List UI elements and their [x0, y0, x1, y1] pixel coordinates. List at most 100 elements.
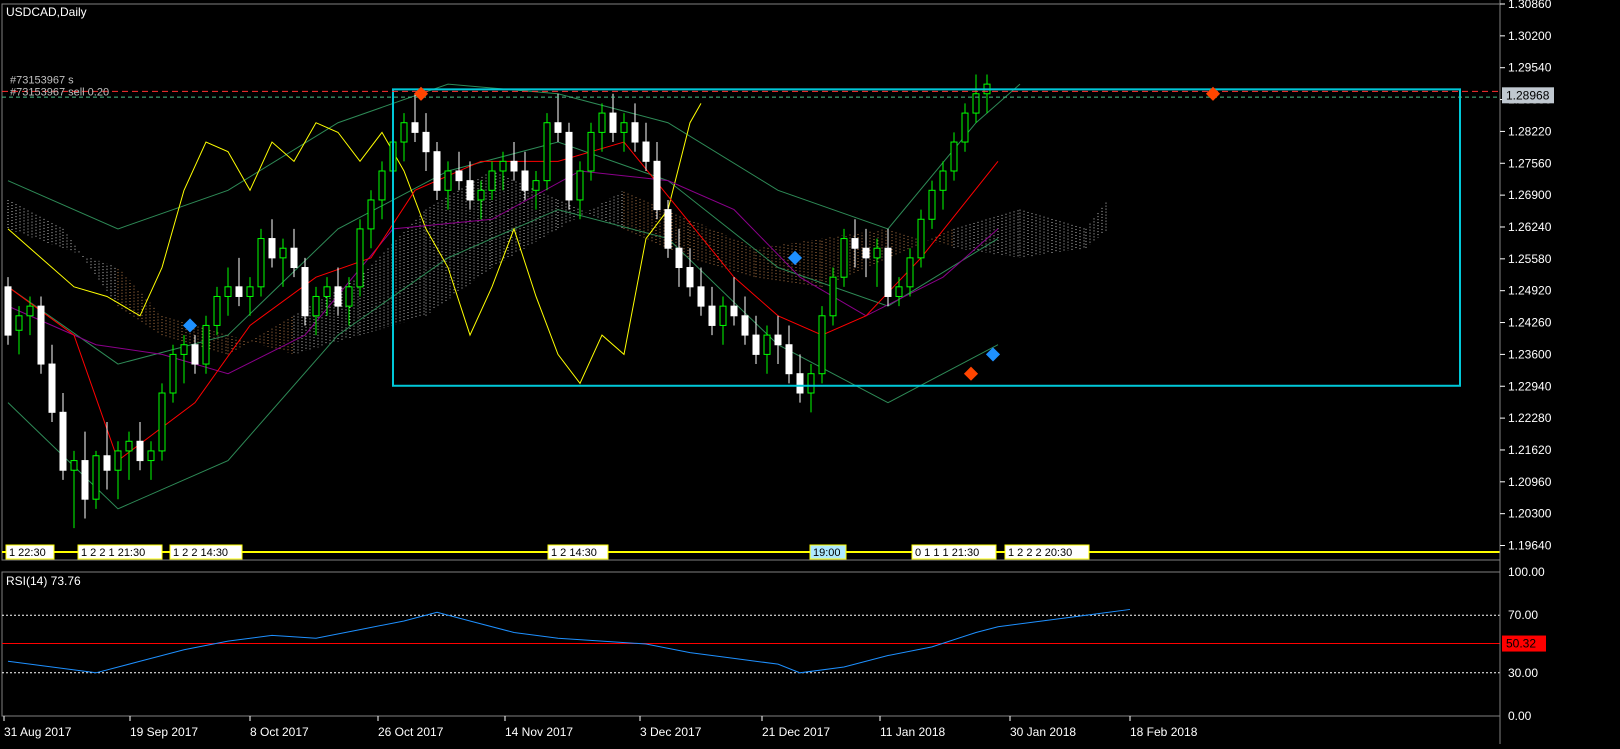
- candle-body[interactable]: [719, 305, 727, 326]
- candle-body[interactable]: [763, 334, 771, 355]
- candle-body[interactable]: [598, 112, 606, 133]
- price-tick-label: 1.30860: [1508, 0, 1552, 11]
- candle-body[interactable]: [664, 209, 672, 249]
- chart-window[interactable]: 1 22:30 1 2 2 1 21:30 1 2 2 14:30 1 2 14:30…: [0, 0, 1620, 744]
- candle-body[interactable]: [521, 170, 529, 191]
- candle-body[interactable]: [928, 189, 936, 220]
- candle-body[interactable]: [840, 238, 848, 278]
- candle-body[interactable]: [950, 141, 958, 172]
- candle-body[interactable]: [829, 276, 837, 317]
- candle-body[interactable]: [862, 247, 870, 259]
- candle-body[interactable]: [785, 344, 793, 375]
- candle-body[interactable]: [81, 460, 89, 500]
- candle-body[interactable]: [356, 228, 364, 288]
- candle-body[interactable]: [752, 334, 760, 355]
- candle-body[interactable]: [895, 286, 903, 297]
- candle-body[interactable]: [906, 257, 914, 288]
- price-tick-label: 1.29540: [1508, 61, 1552, 75]
- candle-body[interactable]: [708, 305, 716, 326]
- candle-body[interactable]: [477, 189, 485, 201]
- candle-body[interactable]: [697, 286, 705, 307]
- candle-body[interactable]: [279, 247, 287, 259]
- event-label: 1 22:30: [9, 547, 46, 559]
- candle-body[interactable]: [312, 295, 320, 317]
- candle-body[interactable]: [741, 315, 749, 336]
- candle-body[interactable]: [345, 286, 353, 307]
- candle-body[interactable]: [147, 450, 155, 462]
- candle-body[interactable]: [180, 344, 188, 355]
- candle-body[interactable]: [334, 286, 342, 307]
- candle-body[interactable]: [554, 122, 562, 133]
- price-tick-label: 1.30200: [1508, 29, 1552, 43]
- time-tick-label: 30 Jan 2018: [1010, 725, 1076, 739]
- price-tick-label: 1.20960: [1508, 475, 1552, 489]
- candle-body[interactable]: [455, 170, 463, 182]
- candle-body[interactable]: [774, 334, 782, 346]
- candle-body[interactable]: [499, 160, 507, 172]
- candle-body[interactable]: [796, 373, 804, 394]
- candle-body[interactable]: [576, 170, 584, 201]
- candle-body[interactable]: [587, 131, 595, 172]
- candle-body[interactable]: [400, 122, 408, 143]
- candle-body[interactable]: [510, 160, 518, 172]
- candle-body[interactable]: [543, 122, 551, 182]
- candle-body[interactable]: [653, 160, 661, 211]
- candle-body[interactable]: [257, 238, 265, 288]
- candle-body[interactable]: [70, 460, 78, 471]
- candle-body[interactable]: [213, 295, 221, 326]
- candle-body[interactable]: [103, 455, 111, 471]
- candle-body[interactable]: [59, 411, 67, 471]
- candle-body[interactable]: [433, 151, 441, 191]
- candle-body[interactable]: [411, 122, 419, 133]
- candle-body[interactable]: [224, 286, 232, 297]
- candle-body[interactable]: [466, 180, 474, 201]
- candle-body[interactable]: [642, 141, 650, 162]
- candle-body[interactable]: [92, 455, 100, 500]
- candle-body[interactable]: [873, 247, 881, 259]
- candle-body[interactable]: [444, 170, 452, 191]
- candle-body[interactable]: [851, 238, 859, 249]
- chart-background: [0, 0, 1620, 744]
- candle-body[interactable]: [917, 218, 925, 259]
- candle-body[interactable]: [48, 363, 56, 413]
- candle-body[interactable]: [422, 131, 430, 153]
- candle-body[interactable]: [884, 247, 892, 297]
- candle-body[interactable]: [631, 122, 639, 143]
- candle-body[interactable]: [125, 440, 133, 452]
- candle-body[interactable]: [609, 112, 617, 133]
- candle-body[interactable]: [202, 324, 210, 365]
- candle-body[interactable]: [620, 122, 628, 133]
- candle-body[interactable]: [565, 131, 573, 201]
- candle-body[interactable]: [136, 440, 144, 462]
- candle-body[interactable]: [37, 305, 45, 365]
- chart-canvas[interactable]: 1 22:30 1 2 2 1 21:30 1 2 2 14:30 1 2 14:30…: [0, 0, 1620, 744]
- candle-body[interactable]: [367, 199, 375, 230]
- candle-body[interactable]: [235, 286, 243, 297]
- candle-body[interactable]: [532, 180, 540, 191]
- candle-body[interactable]: [323, 286, 331, 297]
- candle-body[interactable]: [686, 267, 694, 288]
- candle-body[interactable]: [246, 286, 254, 297]
- candle-body[interactable]: [807, 373, 815, 394]
- candle-body[interactable]: [818, 315, 826, 375]
- candle-body[interactable]: [114, 450, 122, 471]
- candle-body[interactable]: [939, 170, 947, 191]
- rsi-tick-label: 30.00: [1508, 666, 1538, 680]
- candle-body[interactable]: [4, 286, 12, 336]
- candle-body[interactable]: [169, 353, 177, 394]
- candle-body[interactable]: [961, 112, 969, 143]
- candle-body[interactable]: [290, 247, 298, 269]
- candle-body[interactable]: [26, 305, 34, 317]
- candle-body[interactable]: [488, 170, 496, 191]
- candle-body[interactable]: [675, 247, 683, 269]
- candle-body[interactable]: [15, 315, 23, 331]
- candle-body[interactable]: [191, 344, 199, 365]
- candle-body[interactable]: [268, 238, 276, 259]
- time-tick-label: 11 Jan 2018: [880, 725, 945, 739]
- candle-body[interactable]: [378, 170, 386, 201]
- current-price-label: 1.28968: [1506, 88, 1550, 102]
- candle-body[interactable]: [730, 305, 738, 317]
- candle-body[interactable]: [301, 267, 309, 317]
- time-tick-label: 14 Nov 2017: [505, 725, 573, 739]
- candle-body[interactable]: [158, 392, 166, 452]
